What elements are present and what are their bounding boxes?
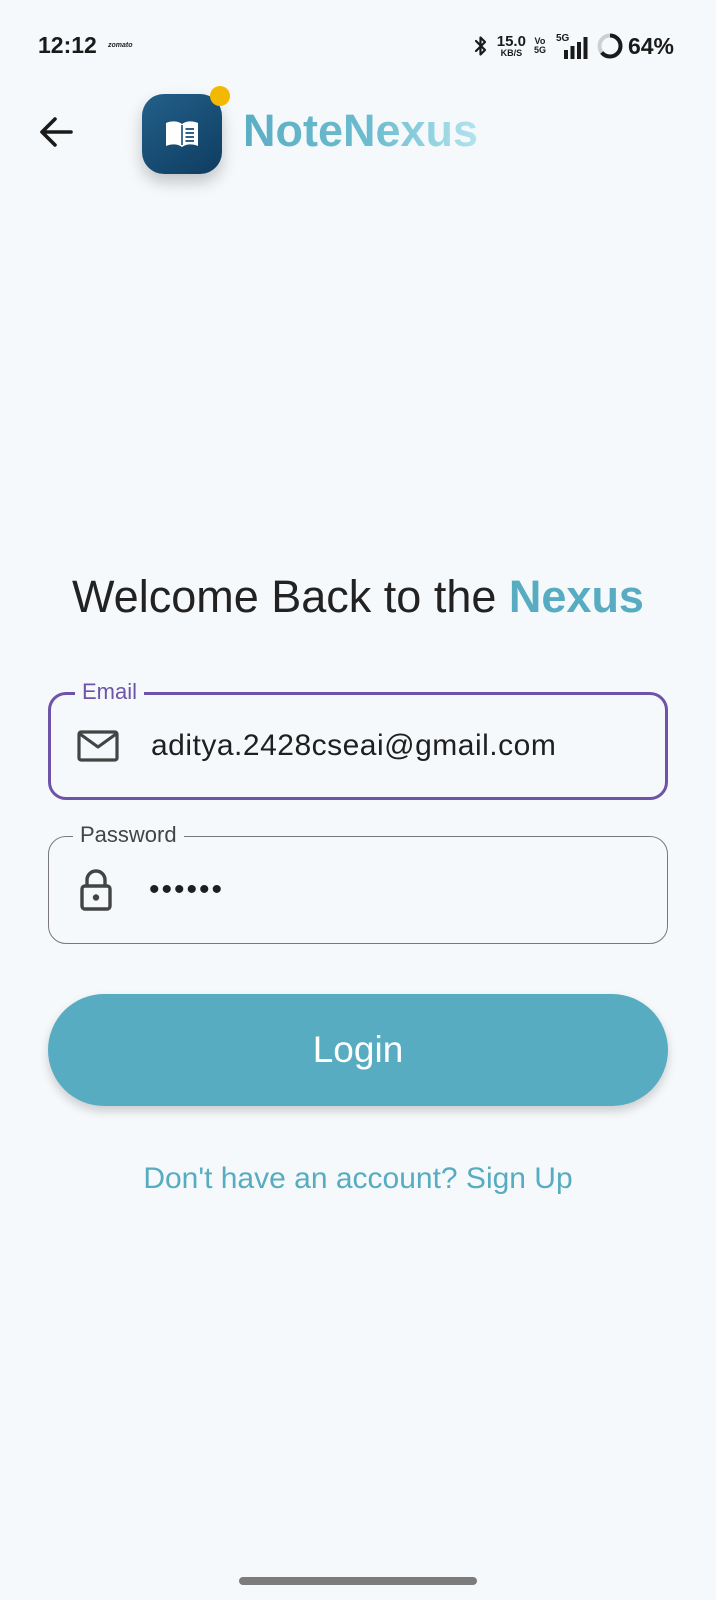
arrow-left-icon [40, 117, 73, 147]
lock-icon [75, 869, 117, 911]
signal-strength-icon: 5G [554, 33, 588, 59]
battery-ring-icon [597, 33, 623, 59]
email-field[interactable]: Email [48, 678, 668, 800]
welcome-prefix: Welcome Back to the [72, 571, 509, 622]
app-title: NoteNexus [243, 105, 479, 156]
volte-indicator: Vo 5G [533, 36, 546, 56]
status-icons: 15.0 KB/S Vo 5G 5G 64% [473, 30, 674, 62]
email-input[interactable] [151, 695, 645, 797]
status-bar: 12:12 zomato 15.0 KB/S Vo 5G 5G 64% [0, 0, 716, 92]
mail-icon [77, 725, 119, 767]
net-speed-indicator: 15.0 KB/S [497, 34, 526, 58]
battery-indicator: 64% [596, 32, 674, 60]
home-indicator[interactable] [239, 1577, 477, 1585]
signal-bars-icon [563, 37, 588, 59]
net-speed-unit: KB/S [500, 48, 523, 58]
back-button[interactable] [34, 110, 78, 154]
email-label: Email [75, 678, 145, 706]
open-book-icon [166, 121, 198, 147]
app-logo [142, 94, 222, 174]
bluetooth-icon [474, 36, 486, 56]
notification-app-icon: zomato [108, 42, 133, 49]
password-field[interactable]: Password [48, 821, 668, 944]
battery-percent: 64% [627, 32, 674, 59]
password-input[interactable] [149, 837, 647, 943]
welcome-accent: Nexus [508, 571, 644, 622]
signup-link[interactable]: Don't have an account? Sign Up [0, 1162, 716, 1196]
welcome-heading: Welcome Back to the Nexus [0, 570, 716, 624]
volte-bottom: 5G [533, 45, 546, 55]
net-speed-value: 15.0 [496, 33, 526, 50]
login-button[interactable]: Login [48, 994, 668, 1106]
status-time: 12:12 [38, 32, 97, 58]
notification-dot [210, 86, 230, 106]
